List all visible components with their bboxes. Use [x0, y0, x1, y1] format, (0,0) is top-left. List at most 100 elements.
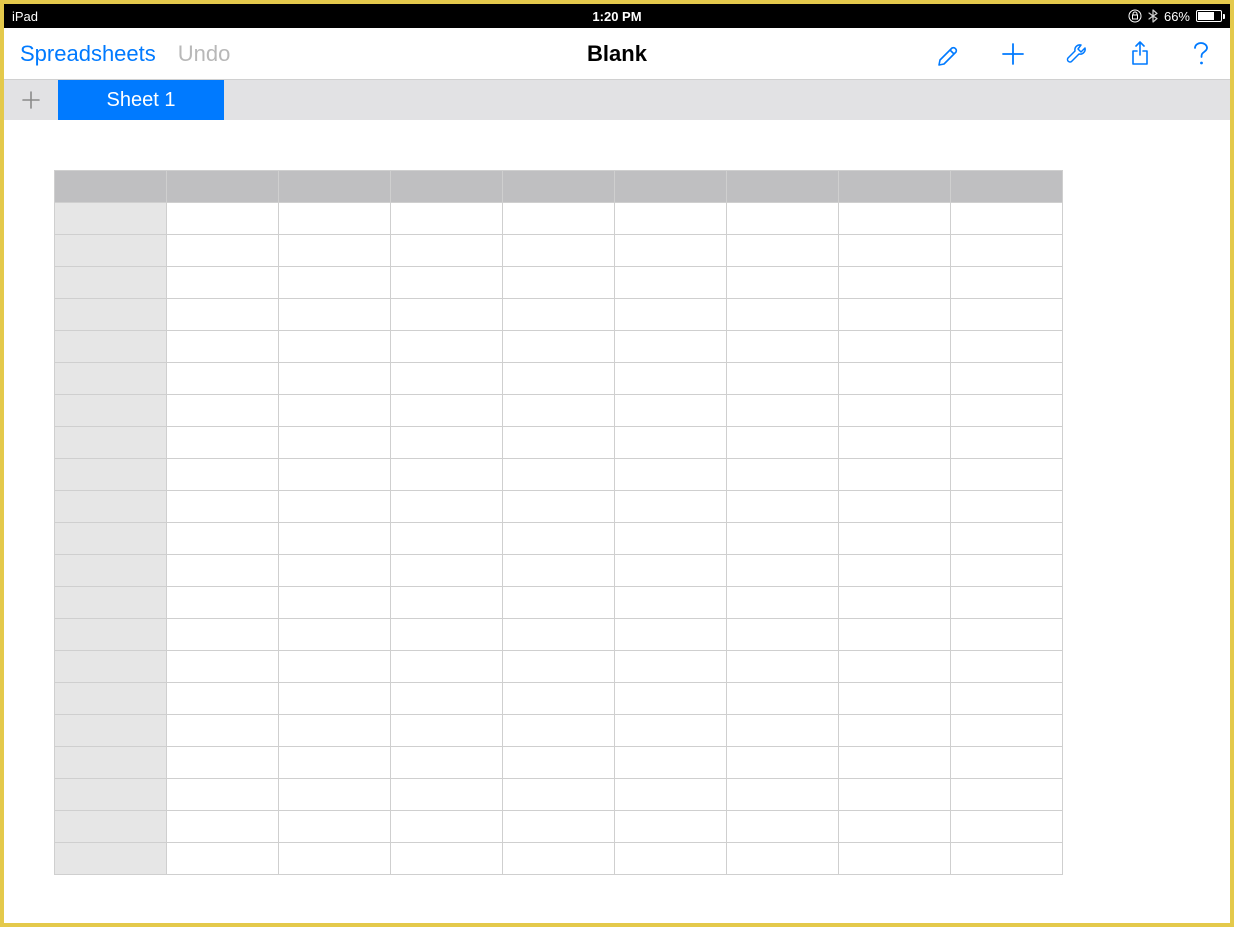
cell[interactable] — [615, 331, 727, 363]
cell[interactable] — [727, 203, 839, 235]
cell[interactable] — [167, 299, 279, 331]
row-header[interactable] — [55, 267, 167, 299]
cell[interactable] — [503, 331, 615, 363]
cell[interactable] — [839, 619, 951, 651]
cell[interactable] — [839, 811, 951, 843]
cell[interactable] — [391, 331, 503, 363]
cell[interactable] — [503, 363, 615, 395]
cell[interactable] — [167, 715, 279, 747]
column-header[interactable] — [727, 171, 839, 203]
cell[interactable] — [503, 843, 615, 875]
add-sheet-button[interactable] — [4, 80, 58, 120]
cell[interactable] — [615, 203, 727, 235]
cell[interactable] — [615, 395, 727, 427]
cell[interactable] — [279, 747, 391, 779]
row-header[interactable] — [55, 619, 167, 651]
cell[interactable] — [727, 267, 839, 299]
wrench-icon[interactable] — [1062, 39, 1092, 69]
cell[interactable] — [727, 363, 839, 395]
cell[interactable] — [727, 395, 839, 427]
cell[interactable] — [167, 459, 279, 491]
cell[interactable] — [167, 651, 279, 683]
row-header[interactable] — [55, 235, 167, 267]
cell[interactable] — [727, 779, 839, 811]
cell[interactable] — [839, 715, 951, 747]
cell[interactable] — [727, 683, 839, 715]
cell[interactable] — [839, 235, 951, 267]
cell[interactable] — [727, 651, 839, 683]
cell[interactable] — [279, 491, 391, 523]
cell[interactable] — [951, 715, 1063, 747]
cell[interactable] — [727, 331, 839, 363]
cell[interactable] — [839, 203, 951, 235]
cell[interactable] — [279, 715, 391, 747]
cell[interactable] — [615, 267, 727, 299]
cell[interactable] — [727, 843, 839, 875]
row-header[interactable] — [55, 651, 167, 683]
cell[interactable] — [951, 523, 1063, 555]
cell[interactable] — [167, 395, 279, 427]
row-header[interactable] — [55, 587, 167, 619]
cell[interactable] — [615, 747, 727, 779]
cell[interactable] — [503, 299, 615, 331]
cell[interactable] — [839, 267, 951, 299]
cell[interactable] — [839, 395, 951, 427]
cell[interactable] — [279, 395, 391, 427]
cell[interactable] — [167, 555, 279, 587]
spreadsheet-canvas[interactable] — [4, 120, 1230, 923]
cell[interactable] — [727, 587, 839, 619]
cell[interactable] — [391, 555, 503, 587]
cell[interactable] — [279, 203, 391, 235]
cell[interactable] — [167, 619, 279, 651]
cell[interactable] — [279, 459, 391, 491]
row-header[interactable] — [55, 811, 167, 843]
cell[interactable] — [503, 395, 615, 427]
cell[interactable] — [839, 651, 951, 683]
cell[interactable] — [615, 683, 727, 715]
cell[interactable] — [615, 555, 727, 587]
cell[interactable] — [951, 491, 1063, 523]
format-brush-icon[interactable] — [934, 39, 964, 69]
column-header[interactable] — [391, 171, 503, 203]
column-header[interactable] — [839, 171, 951, 203]
cell[interactable] — [503, 747, 615, 779]
cell[interactable] — [615, 619, 727, 651]
cell[interactable] — [279, 331, 391, 363]
cell[interactable] — [167, 779, 279, 811]
row-header[interactable] — [55, 299, 167, 331]
cell[interactable] — [391, 747, 503, 779]
cell[interactable] — [391, 395, 503, 427]
cell[interactable] — [615, 523, 727, 555]
cell[interactable] — [279, 235, 391, 267]
cell[interactable] — [279, 619, 391, 651]
cell[interactable] — [279, 587, 391, 619]
row-header[interactable] — [55, 395, 167, 427]
cell[interactable] — [951, 299, 1063, 331]
cell[interactable] — [951, 619, 1063, 651]
cell[interactable] — [503, 459, 615, 491]
cell[interactable] — [391, 811, 503, 843]
cell[interactable] — [951, 811, 1063, 843]
cell[interactable] — [951, 331, 1063, 363]
cell[interactable] — [391, 683, 503, 715]
column-header[interactable] — [951, 171, 1063, 203]
cell[interactable] — [167, 363, 279, 395]
cell[interactable] — [391, 267, 503, 299]
cell[interactable] — [503, 267, 615, 299]
row-header[interactable] — [55, 331, 167, 363]
cell[interactable] — [839, 459, 951, 491]
row-header[interactable] — [55, 523, 167, 555]
cell[interactable] — [391, 299, 503, 331]
cell[interactable] — [951, 555, 1063, 587]
cell[interactable] — [615, 779, 727, 811]
cell[interactable] — [951, 427, 1063, 459]
column-header[interactable] — [503, 171, 615, 203]
cell[interactable] — [951, 779, 1063, 811]
row-header[interactable] — [55, 427, 167, 459]
cell[interactable] — [167, 523, 279, 555]
cell[interactable] — [951, 459, 1063, 491]
undo-button[interactable]: Undo — [178, 41, 231, 67]
cell[interactable] — [391, 587, 503, 619]
cell[interactable] — [839, 843, 951, 875]
cell[interactable] — [391, 459, 503, 491]
